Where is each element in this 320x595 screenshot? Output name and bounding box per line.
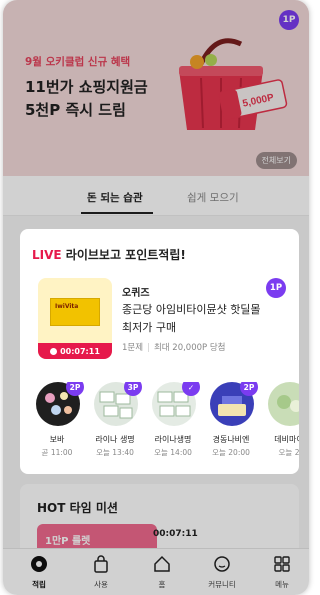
shopping-bag-icon xyxy=(94,555,108,573)
banner-title-line1: 11번가 쇼핑지원금 xyxy=(25,78,148,96)
clock-icon xyxy=(50,347,58,355)
tab-money-habits[interactable]: 돈 되는 습관 xyxy=(87,190,143,205)
live-item-time: 오늘 20:00 xyxy=(212,448,250,457)
live-item-time: 곧 11:00 xyxy=(41,448,73,457)
nav-label: 적립 xyxy=(32,580,46,589)
live-title-text: 라이브보고 포인트적립! xyxy=(65,248,186,262)
live-item-name: 경동나비엔 xyxy=(212,435,250,444)
hot-mission-timer: 00:07:11 xyxy=(153,529,198,539)
nav-home[interactable]: 홈 xyxy=(137,555,187,593)
max-reward: 최대 20,000P 당첨 xyxy=(153,343,226,353)
product-box-image: IwiVita xyxy=(50,298,100,326)
live-schedule-item[interactable]: 2P 경동나비엔 오늘 20:00 xyxy=(208,382,258,462)
chat-icon xyxy=(214,556,230,572)
live-thumbnail xyxy=(268,382,299,426)
promo-banner[interactable]: 1P 9월 오키클럽 신규 혜택 11번가 쇼핑지원금 5천P 즉시 드림 5,… xyxy=(3,0,309,176)
live-countdown: 00:07:11 xyxy=(38,343,112,359)
point-badge: 3P xyxy=(124,382,142,396)
live-item-time: 오늘 2 xyxy=(278,448,299,457)
live-schedule-item[interactable]: 2P 보바 곧 11:00 xyxy=(34,382,84,462)
product-box-label: IwiVita xyxy=(55,303,79,310)
live-schedule-carousel[interactable]: 2P 보바 곧 11:00 3P 라이나 생명 오늘 13:40 ✓ 라이나생명… xyxy=(34,382,299,462)
nav-community[interactable]: 커뮤니티 xyxy=(197,555,247,593)
product-title[interactable]: 종근당 아임비타이뮨샷 핫딜몰 최저가 구매 xyxy=(122,301,272,337)
live-card-title: LIVE 라이브보고 포인트적립! xyxy=(32,246,186,263)
live-item-time: 오늘 14:00 xyxy=(154,448,192,457)
banner-title-line2: 5천P 즉시 드림 xyxy=(25,101,126,119)
product-meta: 1문제 | 최대 20,000P 당첨 xyxy=(122,343,226,353)
tab-bar: 돈 되는 습관 쉽게 모으기 xyxy=(3,176,309,216)
nav-menu[interactable]: 메뉴 xyxy=(257,555,307,593)
view-all-button[interactable]: 전체보기 xyxy=(255,152,297,169)
live-item-name: 라이나 생명 xyxy=(95,435,135,444)
product-brand: 오퀴즈 xyxy=(122,288,150,299)
banner-title: 11번가 쇼핑지원금 5천P 즉시 드림 xyxy=(25,76,148,122)
active-tab-indicator xyxy=(81,212,153,214)
live-schedule-item[interactable]: ✓ 라이나생명 오늘 14:00 xyxy=(150,382,200,462)
check-icon: ✓ xyxy=(182,382,200,396)
hot-mission-image-text: 1만P 룰렛 xyxy=(45,536,91,547)
point-badge: 1P xyxy=(266,278,286,298)
grid-icon xyxy=(274,556,290,572)
point-badge: 2P xyxy=(66,382,84,396)
nav-label: 메뉴 xyxy=(275,580,289,589)
live-item-name: 라이나생명 xyxy=(154,435,192,444)
nav-use[interactable]: 사용 xyxy=(76,555,126,593)
nav-earn[interactable]: 적립 xyxy=(14,555,64,593)
live-schedule-item[interactable]: 데비마이 오늘 2 xyxy=(266,382,299,462)
nav-label: 홈 xyxy=(158,580,166,589)
earn-icon xyxy=(31,556,47,572)
countdown-text: 00:07:11 xyxy=(60,346,100,356)
home-icon xyxy=(154,555,170,572)
live-product-thumbnail[interactable]: IwiVita 00:07:11 xyxy=(38,278,112,359)
hot-mission-title: HOT 타임 미션 xyxy=(37,501,118,515)
point-badge[interactable]: 1P xyxy=(279,10,299,30)
point-badge: 2P xyxy=(240,382,258,396)
live-item-name: 데비마이 xyxy=(274,435,299,444)
bottom-navigation: 적립 사용 홈 커뮤니티 메뉴 xyxy=(3,548,309,595)
nav-label: 사용 xyxy=(94,580,108,589)
shopping-basket-illustration: 5,000P xyxy=(179,38,288,130)
question-count: 1문제 xyxy=(122,343,144,353)
live-schedule-item[interactable]: 3P 라이나 생명 오늘 13:40 xyxy=(92,382,142,462)
nav-label: 커뮤니티 xyxy=(208,580,236,589)
banner-subtitle: 9월 오키클럽 신규 혜택 xyxy=(25,56,131,68)
live-point-card: LIVE 라이브보고 포인트적립! IwiVita 00:07:11 오퀴즈 종… xyxy=(20,229,299,474)
live-label: LIVE xyxy=(32,248,62,262)
live-item-time: 오늘 13:40 xyxy=(96,448,134,457)
live-item-name: 보바 xyxy=(49,435,65,444)
tab-easy-collect[interactable]: 쉽게 모으기 xyxy=(187,190,239,205)
app-screen: 1P 9월 오키클럽 신규 혜택 11번가 쇼핑지원금 5천P 즉시 드림 5,… xyxy=(3,0,309,595)
